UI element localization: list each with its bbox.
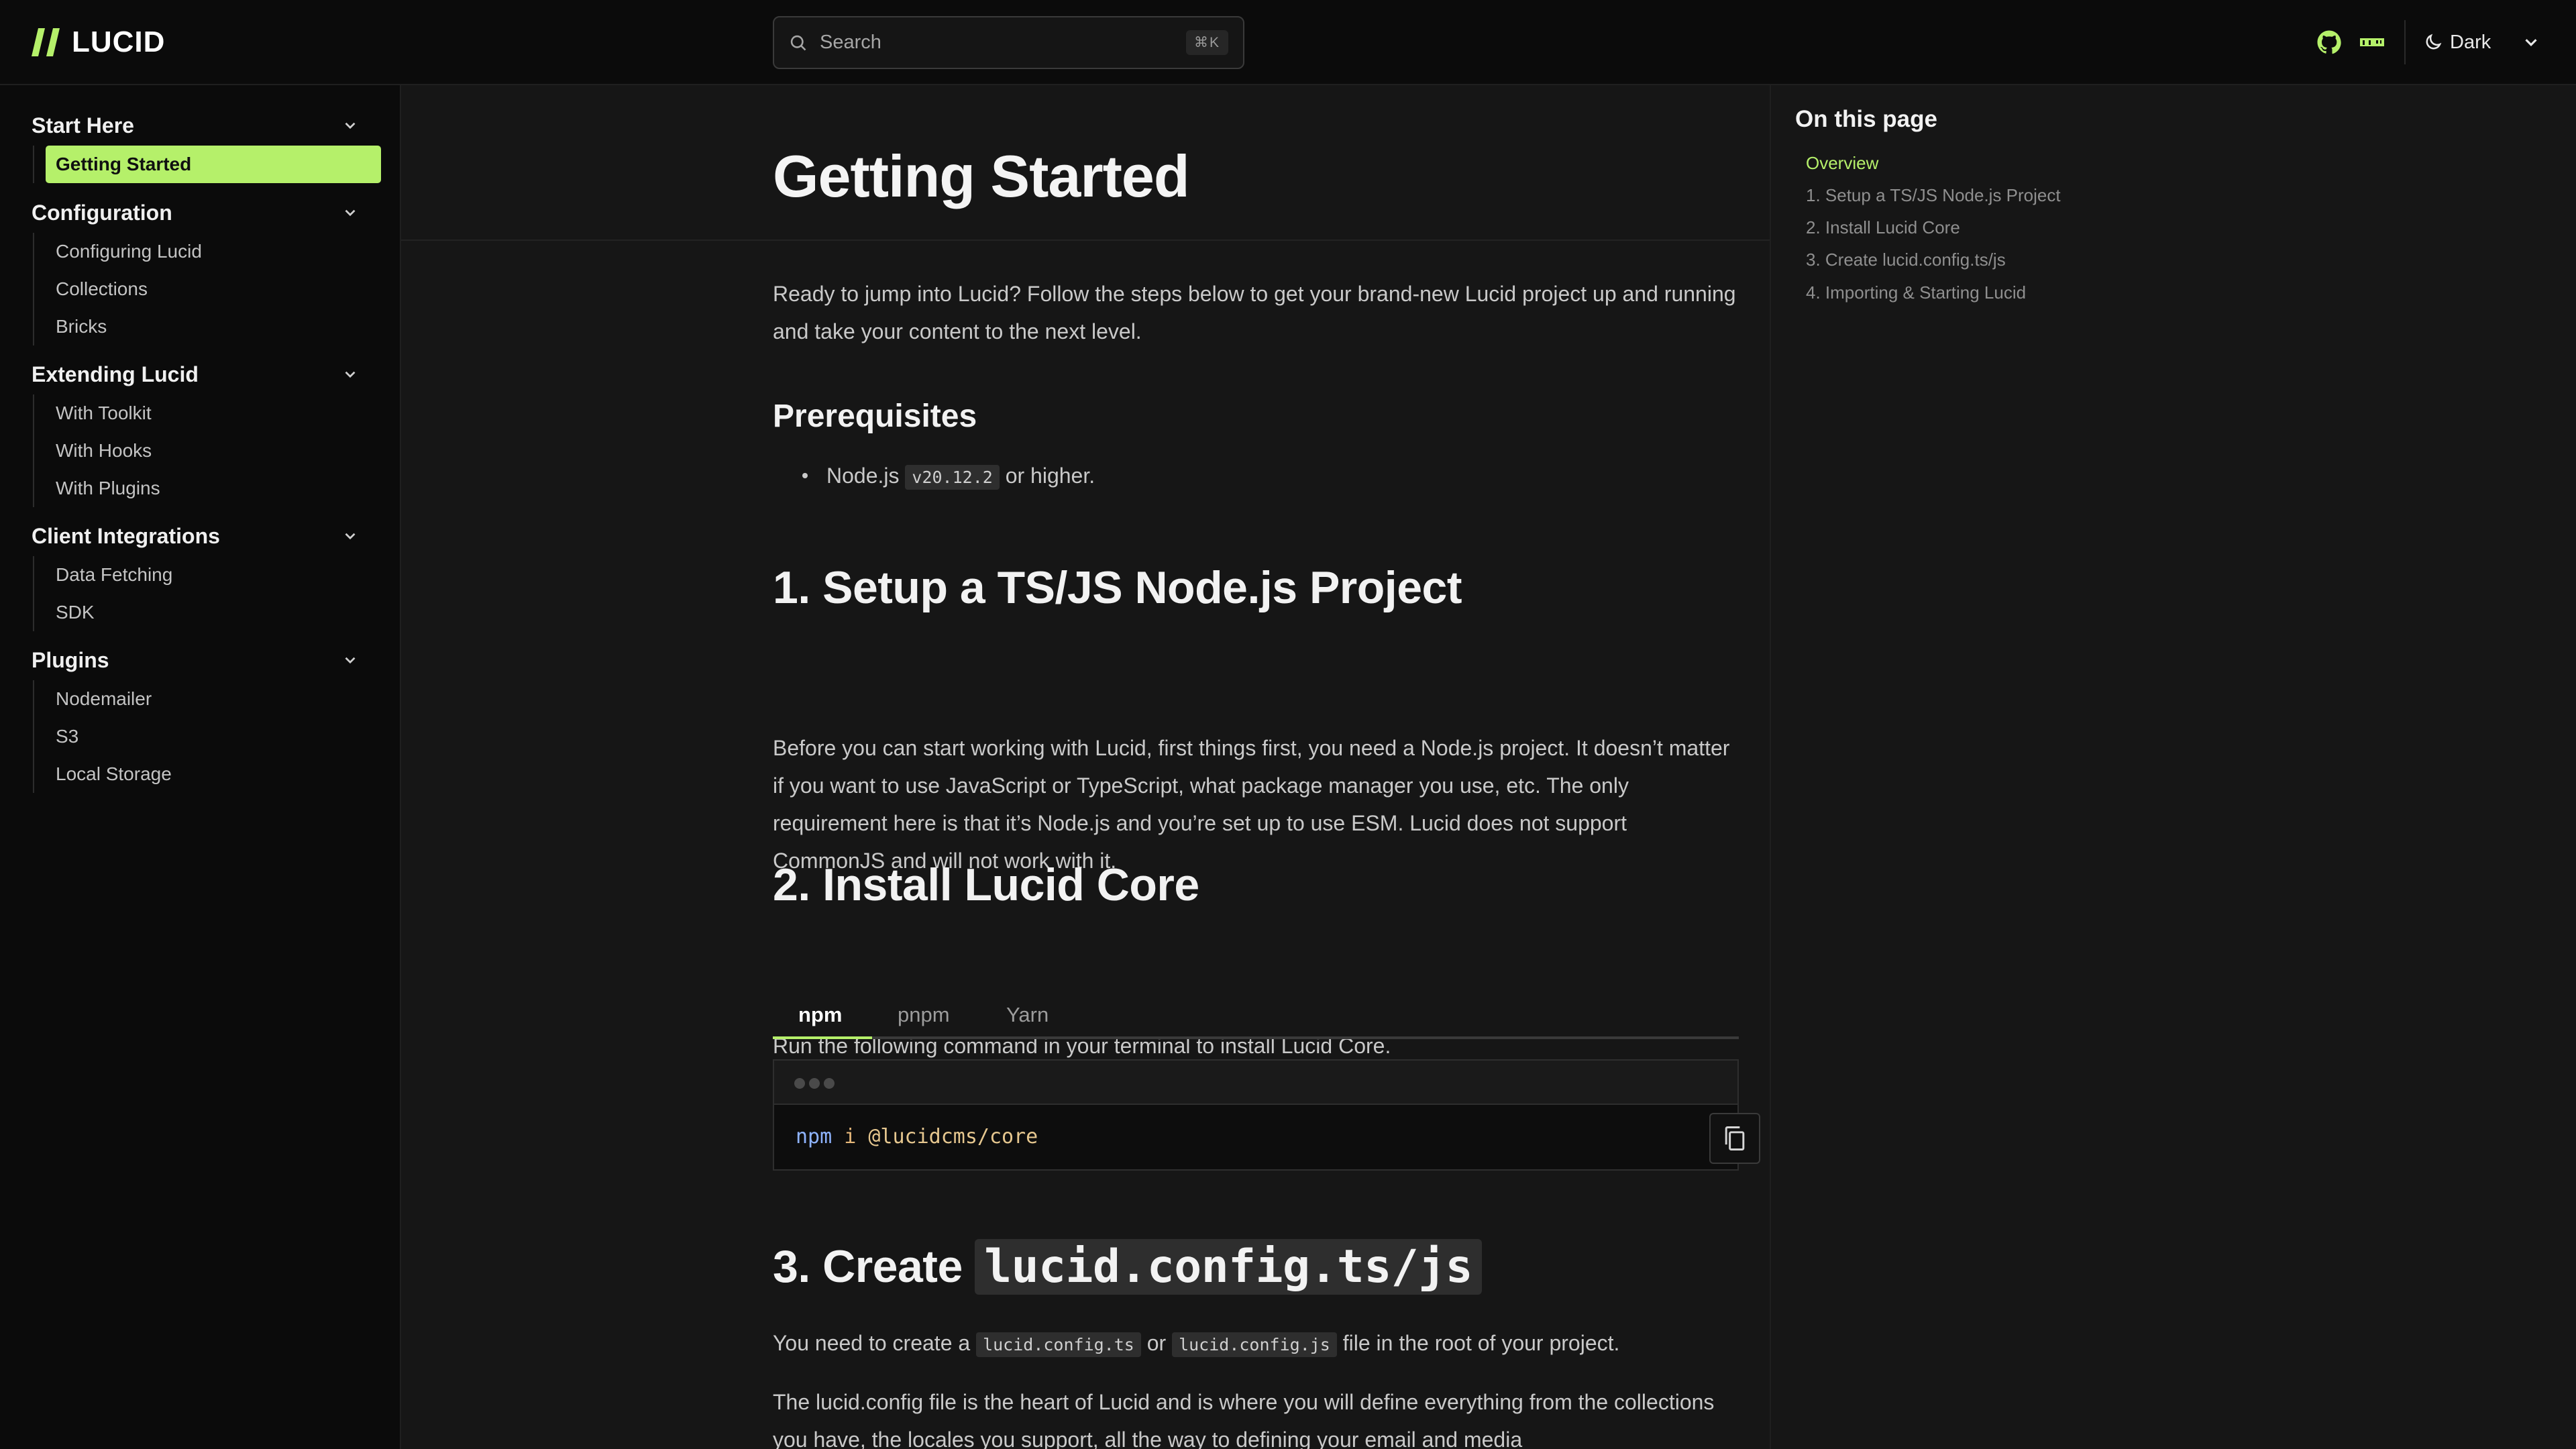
sidebar-items: With Toolkit With Hooks With Plugins [33,394,367,507]
sidebar-group-title: Configuration [32,200,172,225]
tab-yarn[interactable]: Yarn [1006,1003,1049,1027]
logo-text: LUCID [72,25,166,58]
search-icon [790,35,806,50]
sidebar-group-title: Extending Lucid [32,362,199,386]
logo-slashes-icon [32,28,60,56]
logo[interactable]: LUCID [32,24,165,60]
chevron-down-icon [345,371,356,378]
sidebar-items: Getting Started [33,146,381,183]
copy-code-button[interactable] [1709,1113,1760,1164]
code-argument: i [844,1125,857,1148]
theme-select[interactable]: Dark [2423,25,2491,59]
code-line: npm i @lucidcms/core [796,1125,1038,1148]
sidebar-item-collections[interactable]: Collections [34,270,367,308]
config-ts-code: lucid.config.ts [976,1332,1141,1357]
search-shortcut: ⌘K [1185,30,1228,55]
chevron-down-icon [345,209,356,217]
sidebar-item-data-fetching[interactable]: Data Fetching [34,556,367,594]
sidebar-group-plugins: Plugins Nodemailer S3 Local Storage [32,640,367,793]
toc-item-overview[interactable]: Overview [1806,153,1878,174]
theme-label: Dark [2450,31,2491,53]
window-dot [809,1078,820,1089]
sidebar-item-local-storage[interactable]: Local Storage [34,755,367,793]
sidebar-group-header[interactable]: Configuration [32,193,367,233]
chevron-down-icon[interactable] [2521,32,2541,52]
sidebar-group-title: Client Integrations [32,523,220,548]
step3-heading-text: 3. Create [773,1241,963,1292]
sidebar-items: Nodemailer S3 Local Storage [33,680,367,793]
code-command: npm [796,1125,833,1148]
sidebar-item-with-hooks[interactable]: With Hooks [34,432,367,470]
sidebar-group-start-here: Start Here Getting Started [32,105,381,183]
npm-icon[interactable] [2359,29,2385,56]
sidebar-items: Data Fetching SDK [33,556,367,631]
code-package: @lucidcms/core [868,1125,1038,1148]
chevron-down-icon [345,657,356,664]
header-divider [2404,20,2406,64]
package-manager-tabs: npm pnpm Yarn [773,998,1739,1039]
sidebar-group-configuration: Configuration Configuring Lucid Collecti… [32,193,367,345]
code-block-titlebar [774,1061,1737,1105]
code-block: npm i @lucidcms/core [773,1059,1760,1171]
sidebar-item-s3[interactable]: S3 [34,718,367,755]
toc-item-create-config[interactable]: 3. Create lucid.config.ts/js [1806,250,2006,270]
github-icon[interactable] [2316,29,2343,56]
tab-pnpm[interactable]: pnpm [898,1003,950,1027]
window-dot [794,1078,805,1089]
sidebar: Start Here Getting Started Configuration… [0,85,401,1449]
sidebar-item-configuring-lucid[interactable]: Configuring Lucid [34,233,367,270]
top-header: LUCID Search ⌘K Dark [0,0,2576,85]
sidebar-group-header[interactable]: Client Integrations [32,516,367,556]
chevron-down-icon [345,122,356,129]
sidebar-group-client-integrations: Client Integrations Data Fetching SDK [32,516,367,631]
window-dot [824,1078,835,1089]
step3-heading: 3. Create lucid.config.ts/js [773,1239,1483,1295]
step3-paragraph-2: The lucid.config file is the heart of Lu… [773,1390,1715,1449]
step3-paragraph: You need to create a lucid.config.ts or … [773,1324,1739,1364]
toc-item-install[interactable]: 2. Install Lucid Core [1806,217,1960,238]
config-js-code: lucid.config.js [1172,1332,1337,1357]
step3-heading-code: lucid.config.ts/js [975,1239,1483,1295]
moon-icon [2426,34,2442,50]
search-placeholder: Search [820,32,881,53]
search-input[interactable]: Search ⌘K [773,16,1244,69]
tab-npm[interactable]: npm [798,1003,842,1027]
sidebar-item-nodemailer[interactable]: Nodemailer [34,680,367,718]
step3-text-prefix: You need to create a [773,1331,971,1355]
sidebar-group-header[interactable]: Start Here [32,105,367,146]
toc-item-importing[interactable]: 4. Importing & Starting Lucid [1806,282,2026,303]
toc-title: On this page [1795,106,1937,132]
sidebar-item-sdk[interactable]: SDK [34,594,367,631]
copy-icon [1725,1126,1745,1150]
sidebar-items: Configuring Lucid Collections Bricks [33,233,367,345]
chevron-down-icon [345,533,356,540]
step3-text-suffix: file in the root of your project. [1342,1331,1620,1355]
step3-text-mid: or [1146,1331,1167,1355]
sidebar-item-with-plugins[interactable]: With Plugins [34,470,367,507]
sidebar-group-header[interactable]: Plugins [32,640,367,680]
table-of-contents: On this page Overview 1. Setup a TS/JS N… [1770,85,2576,1449]
main-code-region: npm pnpm Yarn npm i @lucidcms/core 3. Cr… [401,85,1770,1449]
sidebar-group-title: Plugins [32,647,109,672]
sidebar-item-with-toolkit[interactable]: With Toolkit [34,394,367,432]
sidebar-item-bricks[interactable]: Bricks [34,308,367,345]
sidebar-group-header[interactable]: Extending Lucid [32,354,367,394]
sidebar-item-getting-started[interactable]: Getting Started [46,146,381,183]
active-tab-indicator [773,1036,872,1039]
sidebar-group-extending-lucid: Extending Lucid With Toolkit With Hooks … [32,354,367,507]
toc-item-setup[interactable]: 1. Setup a TS/JS Node.js Project [1806,185,2061,206]
sidebar-group-title: Start Here [32,113,134,138]
